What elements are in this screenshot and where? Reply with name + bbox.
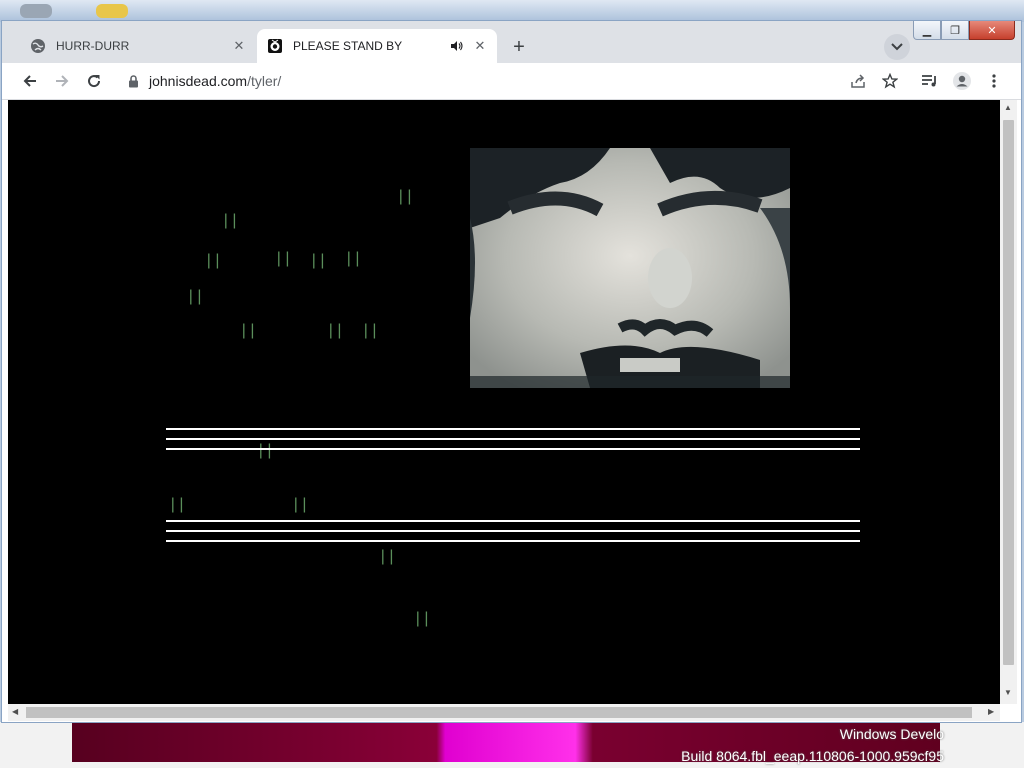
- tab-title: PLEASE STAND BY: [293, 39, 403, 53]
- desktop-folder-icon[interactable]: [96, 4, 128, 18]
- glitch-glyph: ||: [413, 610, 431, 628]
- vertical-scroll-thumb[interactable]: [1003, 120, 1014, 665]
- glitch-glyph: ||: [239, 322, 257, 340]
- minimize-button[interactable]: ▁: [913, 21, 941, 40]
- desktop-top-strip: [0, 0, 1024, 22]
- reload-icon: [88, 75, 101, 88]
- forward-arrow-icon: [56, 75, 69, 87]
- scroll-down-arrow-icon[interactable]: ▼: [1004, 688, 1012, 697]
- horizontal-rule: [166, 530, 860, 532]
- profile-button[interactable]: [948, 67, 976, 95]
- tv-icon: [267, 38, 283, 54]
- glitch-glyph: ||: [378, 548, 396, 566]
- glitch-glyph: ||: [396, 188, 414, 206]
- horizontal-rule: [166, 428, 860, 430]
- horizontal-rule: [166, 438, 860, 440]
- reload-button[interactable]: [80, 67, 108, 95]
- horizontal-rule: [166, 540, 860, 542]
- forward-button[interactable]: [48, 67, 76, 95]
- vertical-scrollbar[interactable]: ▲ ▼: [1000, 100, 1017, 704]
- tab-hurr-durr[interactable]: HURR-DURR ✕: [20, 29, 256, 63]
- glitch-glyph: ||: [326, 322, 344, 340]
- glitch-glyph: ||: [361, 322, 379, 340]
- back-button[interactable]: [16, 67, 44, 95]
- glitch-glyph: ||: [344, 250, 362, 268]
- maximize-button[interactable]: ❐: [941, 21, 969, 40]
- horizontal-rule: [166, 448, 860, 450]
- tab-strip: HURR-DURR ✕ PLEASE STAND BY ✕ + ▁ ❐ ✕: [2, 21, 1021, 63]
- share-icon: [851, 74, 865, 88]
- close-window-button[interactable]: ✕: [969, 21, 1015, 40]
- tab-search-button[interactable]: [884, 34, 910, 60]
- horizontal-scrollbar[interactable]: ◀ ▶: [8, 704, 1000, 721]
- back-arrow-icon: [23, 75, 36, 87]
- glitch-glyph: ||: [256, 442, 274, 460]
- playlist-icon: [922, 75, 936, 87]
- speaker-icon[interactable]: [449, 38, 465, 54]
- tab-close-icon[interactable]: ✕: [471, 37, 489, 55]
- glitch-glyph: ||: [168, 496, 186, 514]
- url-domain: johnisdead.com: [149, 73, 248, 89]
- horizontal-scroll-thumb[interactable]: [26, 707, 972, 718]
- tab-title: HURR-DURR: [56, 39, 130, 53]
- page-viewport: || || || || || || || || || || || || || |…: [8, 100, 1000, 704]
- desktop-drive-icon[interactable]: [20, 4, 52, 18]
- lock-icon[interactable]: [128, 74, 139, 88]
- desktop-watermark-title: Windows Develo: [839, 726, 944, 742]
- tab-please-stand-by[interactable]: PLEASE STAND BY ✕: [257, 29, 497, 63]
- glitch-glyph: ||: [274, 250, 292, 268]
- glitch-glyph: ||: [309, 252, 327, 270]
- browser-toolbar: johnisdead.com/tyler/: [2, 63, 1021, 100]
- globe-icon: [30, 38, 46, 54]
- window-controls: ▁ ❐ ✕: [913, 21, 1015, 40]
- glitch-glyph: ||: [186, 288, 204, 306]
- url-text[interactable]: johnisdead.com/tyler/: [149, 73, 281, 89]
- avatar-icon: [953, 72, 971, 90]
- share-button[interactable]: [844, 67, 872, 95]
- horizontal-rule: [166, 520, 860, 522]
- desktop-watermark-build: Build 8064.fbl_eeap.110806-1000.959cf95: [681, 748, 944, 764]
- glitch-face-image: [470, 148, 790, 388]
- menu-button[interactable]: [980, 67, 1008, 95]
- new-tab-button[interactable]: +: [507, 35, 531, 59]
- media-control-button[interactable]: [916, 67, 944, 95]
- browser-window: HURR-DURR ✕ PLEASE STAND BY ✕ + ▁ ❐ ✕ jo…: [1, 20, 1022, 723]
- glitch-glyph: ||: [221, 212, 239, 230]
- chevron-down-icon: [891, 43, 903, 51]
- tab-close-icon[interactable]: ✕: [230, 37, 248, 55]
- bookmark-button[interactable]: [876, 67, 904, 95]
- glitch-glyph: ||: [204, 252, 222, 270]
- scroll-right-arrow-icon[interactable]: ▶: [988, 707, 994, 716]
- scroll-left-arrow-icon[interactable]: ◀: [12, 707, 18, 716]
- scroll-up-arrow-icon[interactable]: ▲: [1004, 103, 1012, 112]
- kebab-menu-icon: [992, 74, 996, 88]
- star-icon: [882, 73, 898, 89]
- glitch-glyph: ||: [291, 496, 309, 514]
- url-path: /tyler/: [247, 73, 282, 89]
- address-bar[interactable]: johnisdead.com/tyler/: [118, 67, 914, 95]
